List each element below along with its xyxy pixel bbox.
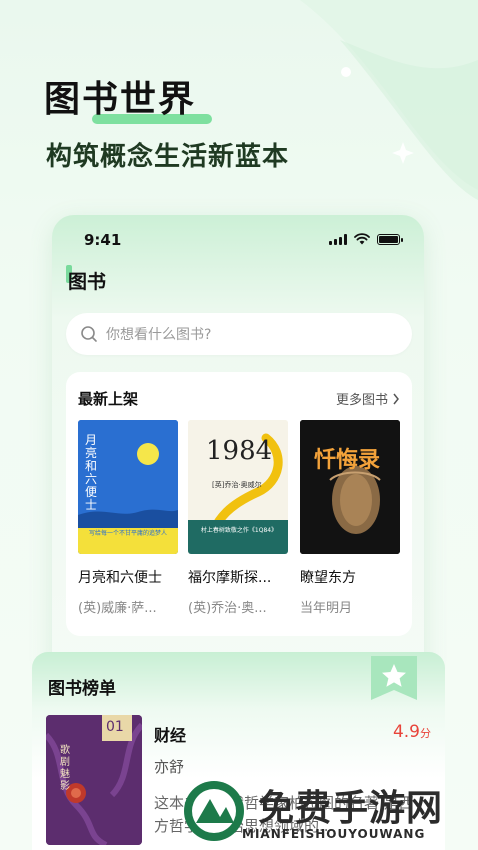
more-books-label: 更多图书 [335,393,388,408]
book-cover: 月亮和六便士 写给每一个不甘平庸的追梦人 [78,420,178,554]
book-item[interactable]: 月亮和六便士 写给每一个不甘平庸的追梦人 月亮和六便士 (英)威廉·萨... [78,420,180,616]
phone-mockup: 9:41 图书 你想看什么图书? 最新上架 更多图书 月亮和六便士 写给每一个不… [52,215,424,685]
rank-number: 01 [106,719,124,735]
page-title: 图书 [68,271,107,293]
star-bookmark-icon [371,656,417,700]
section-heading: 最新上架 [78,390,139,408]
signal-icon [329,234,347,245]
book-cover: 忏悔录 [300,420,400,554]
book-item[interactable]: 1984 [英]乔治·奥威尔 村上春树致敬之作《1Q84》 福尔摩斯探... (… [188,420,290,616]
book-author: (英)乔治·奥... [188,601,267,616]
ranking-book-title[interactable]: 财经 [154,722,186,746]
status-time: 9:41 [84,231,122,249]
cover-title: 1984 [206,436,273,466]
search-icon [81,326,97,342]
chevron-right-icon [393,393,399,404]
cover-title: 歌剧魅影 [60,745,70,792]
search-placeholder: 你想看什么图书? [106,327,212,343]
ranking-book-score: 4.9分 [392,722,431,742]
watermark-logo-icon [184,781,244,841]
watermark-text: 免费手游网 [258,788,444,829]
cover-note: 村上春树致敬之作《1Q84》 [200,527,278,534]
watermark-subtext: MIANFEISHOUYOUWANG [242,827,426,841]
hero-title: 图书世界 [44,70,212,124]
book-author: (英)威廉·萨... [78,601,157,616]
book-title: 瞭望东方 [300,570,356,586]
cover-title: 忏悔录 [314,447,381,473]
cover-note: 写给每一个不甘平庸的追梦人 [88,530,167,537]
face-cover-art [300,420,400,554]
status-icons [329,233,403,245]
book-title: 福尔摩斯探... [188,570,272,586]
cover-author: [英]乔治·奥威尔 [212,481,262,489]
wifi-icon [354,233,370,245]
book-title: 月亮和六便士 [78,570,162,586]
ranking-book-author: 亦舒 [154,758,185,776]
book-item[interactable]: 忏悔录 瞭望东方 当年明月 [300,420,402,616]
ranking-heading: 图书榜单 [48,679,116,699]
ranking-book-cover[interactable]: 01 歌剧魅影 [46,715,142,845]
more-books-link[interactable]: 更多图书 [336,389,400,408]
watermark: 免费手游网 MIANFEISHOUYOUWANG [180,775,475,850]
battery-icon [377,234,403,245]
cover-title: 月亮和六便士 [85,433,98,512]
hero-subtitle: 构筑概念生活新蓝本 [46,142,290,172]
book-author: 当年明月 [300,601,353,616]
book-cover: 1984 [英]乔治·奥威尔 村上春树致敬之作《1Q84》 [188,420,288,554]
search-input[interactable]: 你想看什么图书? [66,313,412,355]
new-arrivals-card: 最新上架 更多图书 月亮和六便士 写给每一个不甘平庸的追梦人 月亮和六便士 (英… [66,372,412,636]
